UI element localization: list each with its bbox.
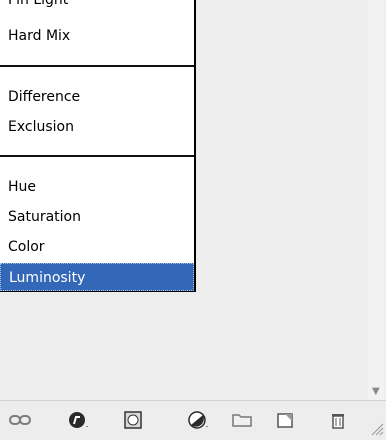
menu-item-hard-mix[interactable]: Hard Mix — [0, 22, 194, 50]
menu-separator — [0, 65, 194, 67]
trash-icon[interactable] — [326, 411, 350, 429]
layer-mask-icon[interactable] — [123, 411, 147, 429]
link-layers-icon[interactable] — [8, 411, 32, 429]
menu-item-pin-light[interactable]: Pin Light — [0, 0, 194, 14]
menu-item-saturation[interactable]: Saturation — [0, 203, 194, 231]
group-folder-icon[interactable] — [230, 411, 254, 429]
new-layer-icon[interactable] — [273, 411, 297, 429]
menu-item-difference[interactable]: Difference — [0, 83, 194, 111]
layers-toolbar — [0, 400, 386, 437]
menu-item-exclusion[interactable]: Exclusion — [0, 113, 194, 141]
menu-item-hue[interactable]: Hue — [0, 173, 194, 201]
scroll-down-arrow-icon[interactable]: ▼ — [372, 386, 380, 397]
fx-icon[interactable] — [68, 411, 92, 429]
menu-item-color[interactable]: Color — [0, 233, 194, 261]
menu-separator — [0, 155, 194, 157]
adjustment-layer-icon[interactable] — [188, 411, 212, 429]
panel-scrollbar[interactable]: ▼ — [368, 0, 384, 400]
blend-mode-dropdown-menu[interactable]: Pin Light Hard Mix Difference Exclusion … — [0, 0, 196, 292]
menu-item-luminosity[interactable]: Luminosity — [0, 263, 194, 291]
resize-grip-icon[interactable] — [370, 421, 384, 436]
